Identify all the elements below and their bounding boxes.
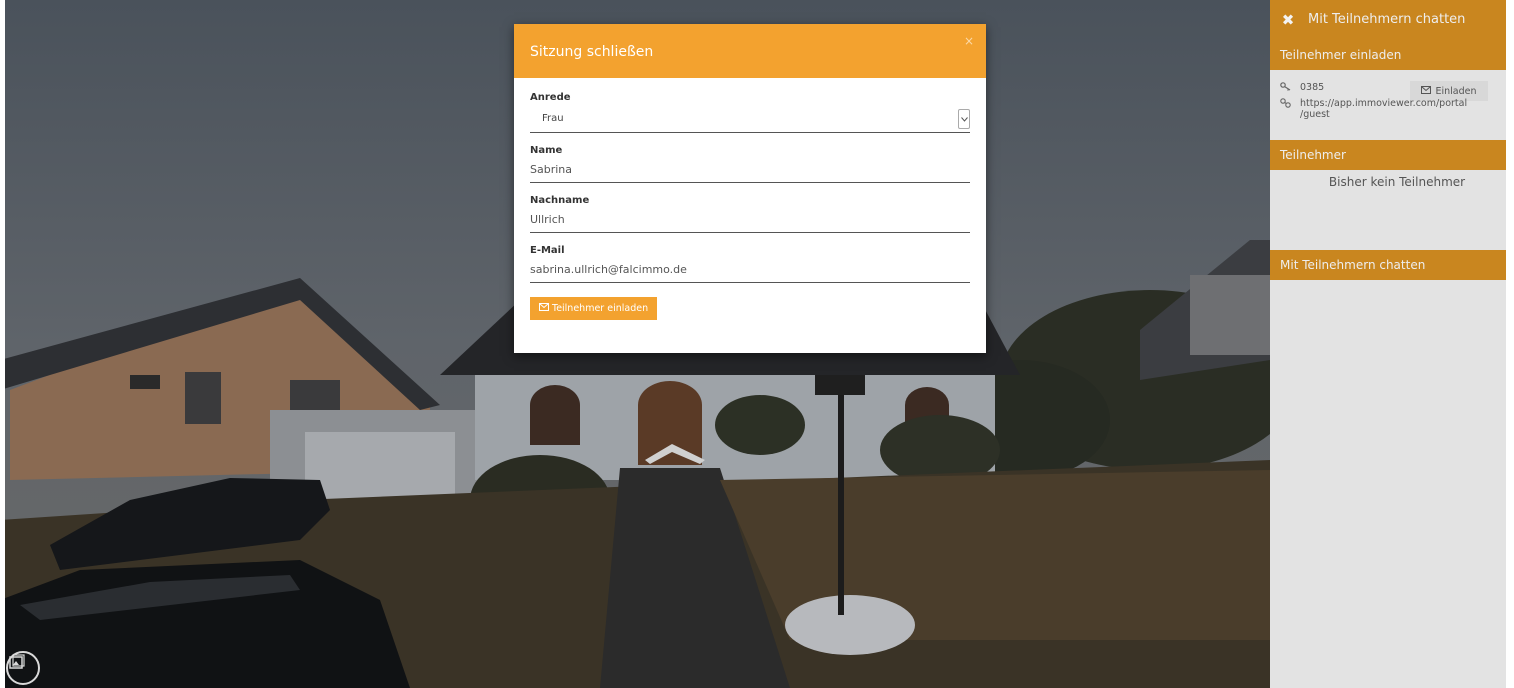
salutation-selected-value: Frau <box>542 113 564 124</box>
sidebar-title: Mit Teilnehmern chatten <box>1308 12 1466 27</box>
sidebar-header: ✖ Mit Teilnehmern chatten <box>1270 0 1506 40</box>
panorama-edge-left <box>0 0 5 688</box>
salutation-field-group: Anrede Frau <box>530 92 970 133</box>
envelope-icon <box>1421 85 1432 97</box>
salutation-label: Anrede <box>530 92 571 103</box>
link-icon <box>1280 98 1292 111</box>
invite-participant-button[interactable]: Teilnehmer einladen <box>530 297 658 320</box>
dialog-header: Sitzung schließen × <box>514 24 986 78</box>
dialog-title: Sitzung schließen <box>530 44 654 60</box>
email-input[interactable] <box>530 260 970 283</box>
url-row: https://app.immoviewer.com/portal /guest <box>1280 98 1467 120</box>
participants-empty-text: Bisher kein Teilnehmer <box>1328 175 1466 189</box>
key-icon <box>1280 82 1292 94</box>
last-name-label: Nachname <box>530 195 590 206</box>
pin-row: 0385 <box>1280 82 1324 94</box>
sidebar-invite-button-label: Einladen <box>1435 85 1477 97</box>
guest-url-line-2: /guest <box>1300 109 1330 120</box>
invite-section-title: Teilnehmer einladen <box>1270 40 1506 70</box>
guest-url-line-1: https://app.immoviewer.com/portal <box>1300 98 1468 109</box>
dialog-body: Anrede Frau Name Nachname E-Mail Teil <box>514 78 986 320</box>
last-name-field-group: Nachname <box>530 195 970 233</box>
email-label: E-Mail <box>530 245 565 256</box>
panorama-home-button[interactable] <box>6 651 40 685</box>
chat-sidebar: ✖ Mit Teilnehmern chatten Teilnehmer ein… <box>1270 0 1506 688</box>
window-edge-right <box>1506 0 1514 688</box>
guest-url[interactable]: https://app.immoviewer.com/portal /guest <box>1300 98 1467 120</box>
invite-participant-button-label: Teilnehmer einladen <box>552 303 649 314</box>
sidebar-close-icon[interactable]: ✖ <box>1270 0 1306 40</box>
participants-section-title: Teilnehmer <box>1270 140 1506 170</box>
email-field-group: E-Mail <box>530 245 970 283</box>
first-name-label: Name <box>530 145 563 156</box>
first-name-input[interactable] <box>530 160 970 183</box>
chevron-down-icon <box>958 109 970 129</box>
salutation-select[interactable]: Frau <box>530 107 970 133</box>
first-name-field-group: Name <box>530 145 970 183</box>
chat-section-title: Mit Teilnehmern chatten <box>1270 250 1506 280</box>
last-name-input[interactable] <box>530 210 970 233</box>
close-session-dialog: Sitzung schließen × Anrede Frau Name Nac… <box>514 24 986 353</box>
close-icon[interactable]: × <box>964 34 974 48</box>
envelope-icon <box>539 303 549 314</box>
session-pin: 0385 <box>1300 82 1325 93</box>
invite-section: 0385 Einladen https://app.immoviewer.com… <box>1270 70 1506 140</box>
